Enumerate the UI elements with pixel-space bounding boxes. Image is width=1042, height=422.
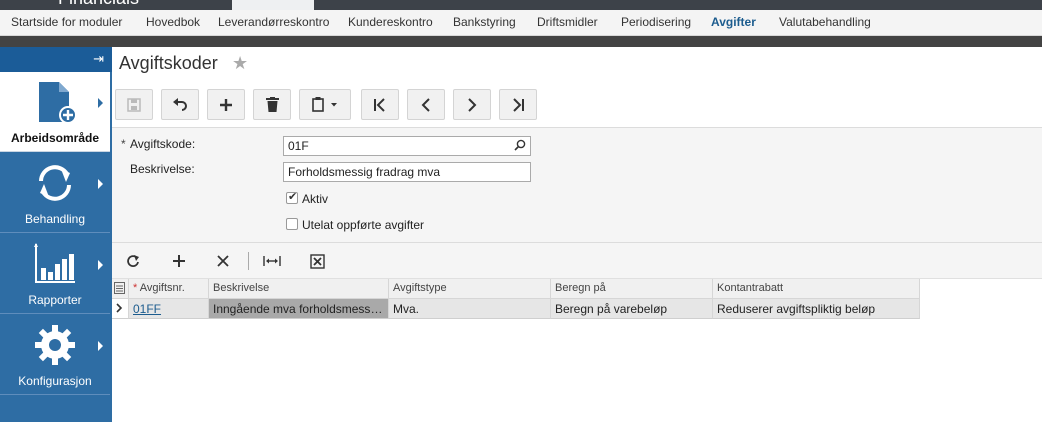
module-bankstyring[interactable]: Bankstyring: [453, 15, 516, 29]
module-kundereskontro[interactable]: Kundereskontro: [348, 15, 433, 29]
refresh-cycle-icon: [39, 165, 71, 201]
module-leverandorreskontro[interactable]: Leverandørreskontro: [218, 15, 329, 29]
fit-width-icon: [263, 256, 281, 266]
brand-name: Financials: [58, 0, 139, 8]
document-add-icon: [39, 82, 77, 124]
brand-tab: [232, 0, 314, 10]
plus-icon: [220, 98, 232, 111]
module-driftsmidler[interactable]: Driftsmidler: [537, 15, 598, 29]
refresh-icon: [127, 255, 139, 267]
header-form: * Avgiftskode: Beskrivelse: Aktiv Utelat…: [112, 127, 1042, 243]
sidebar-item-label: Rapporter: [28, 293, 82, 307]
sidebar-item-label: Konfigurasjon: [18, 374, 92, 388]
table-cell[interactable]: Mva.: [389, 299, 551, 319]
page-title: Avgiftskoder: [119, 53, 218, 73]
search-icon[interactable]: [514, 139, 526, 151]
add-button[interactable]: [207, 89, 245, 120]
sidebar: ⇥ Arbeidsområde Behandling Rapporter Kon…: [0, 47, 112, 422]
column-header-beregn-pa[interactable]: Beregn på: [551, 279, 713, 299]
bar-chart-icon: [34, 243, 75, 283]
aktiv-checkbox[interactable]: [286, 190, 298, 204]
toolbar-separator: [248, 252, 249, 270]
chevron-right-icon: [116, 303, 123, 313]
clipboard-icon: [312, 97, 337, 112]
first-record-button[interactable]: [361, 89, 399, 120]
close-icon: [217, 255, 229, 267]
first-icon: [374, 97, 385, 112]
paste-dropdown-button[interactable]: [299, 89, 351, 120]
table-cell[interactable]: 01FF: [129, 299, 209, 319]
next-icon: [468, 97, 477, 112]
export-excel-button[interactable]: [306, 251, 328, 271]
sidebar-header: ⇥: [0, 47, 112, 72]
excel-icon: [309, 253, 325, 269]
plus-icon: [173, 255, 185, 267]
collapse-sidebar-icon[interactable]: ⇥: [93, 52, 104, 66]
save-button[interactable]: [115, 89, 153, 120]
sidebar-item-behandling[interactable]: Behandling: [0, 153, 110, 233]
chevron-right-icon: [98, 260, 103, 270]
avgiftsnr-link[interactable]: 01FF: [133, 302, 161, 316]
sidebar-item-rapporter[interactable]: Rapporter: [0, 234, 110, 314]
main-content: Avgiftskoder ★ * Avgiftskode: Beskrivels…: [112, 47, 1042, 422]
sidebar-item-konfigurasjon[interactable]: Konfigurasjon: [0, 315, 110, 395]
avgiftskode-label: Avgiftskode:: [130, 137, 196, 151]
chevron-right-icon: [98, 98, 103, 108]
fit-columns-button[interactable]: [261, 251, 283, 271]
delete-button[interactable]: [253, 89, 291, 120]
column-header-kontantrabatt[interactable]: Kontantrabatt: [713, 279, 920, 299]
previous-record-button[interactable]: [407, 89, 445, 120]
sidebar-item-label: Behandling: [24, 212, 86, 226]
previous-icon: [421, 97, 430, 112]
required-mark: *: [121, 137, 126, 151]
utelat-checkbox[interactable]: [286, 218, 298, 230]
sidebar-item-arbeidsomrade[interactable]: Arbeidsområde: [0, 72, 110, 152]
add-row-button[interactable]: [168, 251, 190, 271]
next-record-button[interactable]: [453, 89, 491, 120]
module-nav: Startside for moduler Hovedbok Leverandø…: [0, 10, 1042, 36]
module-hovedbok[interactable]: Hovedbok: [146, 15, 200, 29]
gear-icon: [35, 325, 75, 365]
column-header-avgiftsnr[interactable]: * Avgiftsnr.: [129, 279, 209, 299]
trash-icon: [265, 97, 279, 112]
table-cell[interactable]: Reduserer avgiftspliktig beløp: [713, 299, 920, 319]
aktiv-label: Aktiv: [302, 192, 329, 206]
delete-row-button[interactable]: [212, 251, 234, 271]
undo-icon: [173, 97, 187, 111]
chevron-right-icon: [98, 341, 103, 351]
refresh-button[interactable]: [122, 251, 144, 271]
module-periodisering[interactable]: Periodisering: [621, 15, 691, 29]
undo-button[interactable]: [161, 89, 199, 120]
column-header-beskrivelse[interactable]: Beskrivelse: [209, 279, 389, 299]
chevron-right-icon: [98, 179, 103, 189]
header-divider: [0, 36, 1042, 47]
utelat-label: Utelat oppførte avgifter: [302, 218, 425, 232]
grid-settings-icon[interactable]: [112, 279, 129, 299]
avgiftskode-input[interactable]: [283, 136, 531, 156]
grid-toolbar: [112, 243, 1042, 279]
module-avgifter[interactable]: Avgifter: [711, 15, 756, 29]
save-icon: [127, 97, 141, 112]
top-bar: Financials: [0, 0, 1042, 10]
last-icon: [513, 97, 524, 112]
star-icon[interactable]: ★: [232, 53, 248, 74]
table-cell[interactable]: Inngående mva forholdsmessig fradrag: [209, 299, 389, 319]
last-record-button[interactable]: [499, 89, 537, 120]
beskrivelse-input[interactable]: [283, 162, 531, 182]
module-valutabehandling[interactable]: Valutabehandling: [779, 15, 871, 29]
module-startside[interactable]: Startside for moduler: [11, 15, 122, 29]
row-selector[interactable]: [112, 299, 129, 319]
table-cell[interactable]: Beregn på varebeløp: [551, 299, 713, 319]
sidebar-item-label: Arbeidsområde: [10, 131, 100, 145]
required-mark: *: [133, 282, 138, 294]
column-label: Avgiftsnr.: [139, 282, 185, 294]
beskrivelse-label: Beskrivelse:: [130, 162, 195, 176]
column-header-avgiftstype[interactable]: Avgiftstype: [389, 279, 551, 299]
